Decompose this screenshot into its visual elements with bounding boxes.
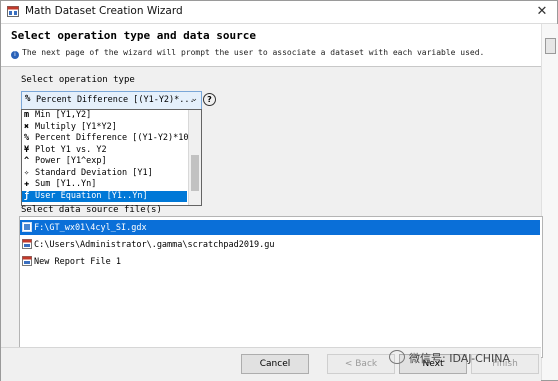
percent-icon: % [24,133,30,143]
dropdown-item-label: Percent Difference [(Y1-Y2)*100/ [35,133,199,143]
std-dev-icon: ✧ [24,167,30,178]
operation-type-select[interactable]: % Percent Difference [(Y1-Y2)*... ⌄ [21,91,202,110]
watermark-text: 微信号: IDAJ-CHINA [409,352,511,365]
file-name: F:\GT_wx01\4cyl_SI.gdx [34,223,147,233]
function-icon: ƒ [24,190,30,201]
min-icon: m [24,110,30,120]
wizard-window: Math Dataset Creation Wizard ✕ Select op… [0,0,558,381]
data-source-list[interactable]: F:\GT_wx01\4cyl_SI.gdx C:\Users\Administ… [19,216,543,358]
dropdown-item-label: Power [Y1^exp] [35,156,107,166]
operation-dropdown-list[interactable]: m Min [Y1,Y2] ✖ Multiply [Y1*Y2] % Perce… [21,109,202,206]
dropdown-item-min[interactable]: m Min [Y1,Y2] [22,110,187,122]
dropdown-item-user-equation[interactable]: ƒ User Equation [Y1..Yn] [22,190,187,202]
help-icon[interactable]: ? [203,93,216,106]
wizard-header: Select operation type and data source iT… [1,24,541,67]
chevron-down-icon[interactable]: ⌄ [190,94,198,104]
dropdown-item-label: Plot Y1 vs. Y2 [35,144,107,155]
sum-icon: ✚ [24,179,30,189]
page-description: i The next page of the wizard will prompt… [11,48,484,59]
list-item-file[interactable]: C:\Users\Administrator\.gamma\scratchpad… [20,237,540,252]
list-item-file[interactable]: New Report File 1 [20,254,540,269]
dropdown-item-plot[interactable]: ¥ Plot Y1 vs. Y2 [22,145,187,157]
dropdown-item-label: Min [Y1,Y2] [35,110,92,120]
dropdown-item-standard-deviation[interactable]: ✧ Standard Deviation [Y1] [22,168,187,180]
file-name: C:\Users\Administrator\.gamma\scratchpad… [34,240,275,250]
gdx-file-icon [22,222,32,232]
dropdown-scrollbar[interactable] [188,110,201,205]
watermark: 微信号: IDAJ-CHINA [389,350,510,366]
dropdown-item-multiply[interactable]: ✖ Multiply [Y1*Y2] [22,122,187,134]
operation-selected-value: Percent Difference [(Y1-Y2)*... [36,95,195,105]
close-icon[interactable]: ✕ [529,1,555,23]
cancel-button[interactable]: Cancel [241,354,309,374]
gu-file-icon [22,239,32,249]
page-title: Select operation type and data source [11,29,257,42]
dropdown-item-power[interactable]: ^ Power [Y1^exp] [22,156,187,168]
report-file-icon [22,256,32,266]
data-source-label: Select data source file(s) [21,205,162,215]
list-item-file[interactable]: F:\GT_wx01\4cyl_SI.gdx [20,220,540,235]
file-name: New Report File 1 [34,257,121,267]
dropdown-item-sum[interactable]: ✚ Sum [Y1..Yn] [22,179,187,191]
dropdown-item-label: Standard Deviation [Y1] [35,167,153,178]
dropdown-item-label: User Equation [Y1..Yn] [35,190,148,201]
multiply-icon: ✖ [24,121,30,132]
description-text: The next page of the wizard will prompt … [22,48,485,57]
power-icon: ^ [24,156,30,166]
window-scrollbar[interactable] [541,24,558,380]
app-icon [7,6,19,17]
dropdown-scrollbar-thumb[interactable] [191,155,199,191]
wechat-icon [389,350,405,364]
dropdown-item-label: Sum [Y1..Yn] [35,179,97,189]
back-button[interactable]: < Back [327,354,395,374]
dropdown-item-percent-difference[interactable]: % Percent Difference [(Y1-Y2)*100/ [22,133,199,145]
operation-type-label: Select operation type [21,75,135,85]
dropdown-item-label: Multiply [Y1*Y2] [35,121,117,132]
title-bar: Math Dataset Creation Wizard ✕ [1,1,557,24]
plot-icon: ¥ [24,144,30,155]
scrollbar-thumb[interactable] [545,38,556,54]
percent-icon: % [25,94,31,104]
info-icon: i [11,51,19,59]
wizard-body: Select operation type % Percent Differen… [1,67,543,358]
window-title: Math Dataset Creation Wizard [25,5,183,17]
